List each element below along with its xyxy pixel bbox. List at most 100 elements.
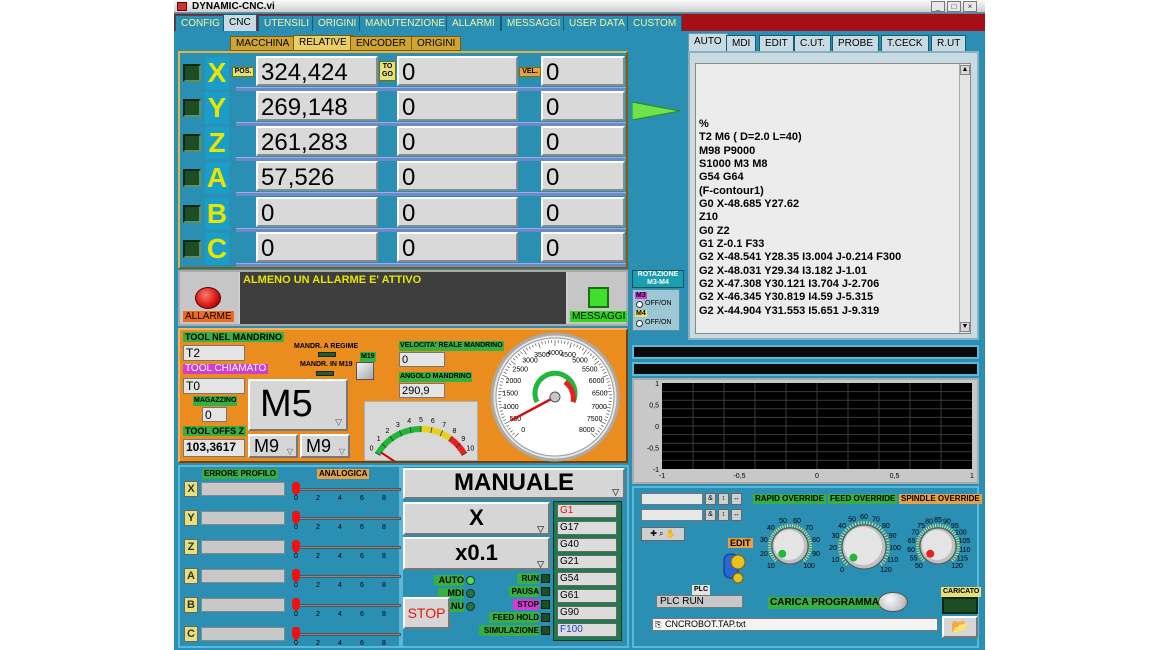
knob-tickmark [916,551,921,554]
tab-tceck[interactable]: T.CECK [881,35,929,51]
tab-relative[interactable]: RELATIVE [293,35,353,51]
slider-tick: 0 [294,611,298,618]
tool-icon[interactable]: ↔ [731,493,742,505]
load-program-button[interactable] [878,592,908,612]
program-line: G2 X-48.541 Y28.35 I3.004 J-0.214 F300 [699,251,902,264]
manu-radio[interactable] [466,602,475,611]
tab-encoder[interactable]: ENCODER [350,36,413,51]
tool-called-value: T0 [183,378,245,394]
simulation-label: SIMULAZIONE [479,625,539,636]
analog-slider-knob[interactable] [292,569,300,582]
tab-custom[interactable]: CUSTOM [627,15,683,31]
tab-config[interactable]: CONFIG [175,15,226,31]
axis-select[interactable]: X ▽ [403,502,550,535]
program-file-path[interactable]: ⎘ CNCROBOT.TAP.txt [652,618,938,631]
auto-radio[interactable] [466,576,475,585]
tab-cnc[interactable]: CNC [223,14,257,31]
tab-rut[interactable]: R.UT [931,35,967,51]
tab-utensili[interactable]: UTENSILI [258,15,316,31]
step-select[interactable]: x0.1 ▽ [403,537,550,570]
profile-error-field [201,569,285,583]
tab-cut[interactable]: C.UT. [794,35,831,51]
tool-icon[interactable]: ↕ [718,493,729,505]
feed-override-knob[interactable]: 01020304050 60 708090100110120 [822,500,906,586]
analog-slider-track[interactable] [297,517,401,520]
tool-icon[interactable]: & [705,509,716,521]
tool-icon[interactable]: ↔ [731,509,742,521]
slider-tick: 4 [338,611,342,618]
analog-slider-track[interactable] [297,575,401,578]
tab-origini[interactable]: ORIGINI [312,15,363,31]
coolant-b-select[interactable]: M9 ▽ [300,434,350,458]
knob-tickmark [774,559,777,562]
maximize-icon[interactable]: □ [947,1,961,12]
knob-tickmark [775,528,779,532]
tab-probe[interactable]: PROBE [832,35,880,51]
program-listing[interactable]: % T2 M6 ( D=2.0 L=40) M98 P9000 S1000 M3 M8… [695,63,971,334]
analog-slider-knob[interactable] [292,511,300,524]
knob-tickmark [951,559,954,562]
rpm-gauge-tick: 1500 [502,391,518,398]
gcode-list: G1 G17 G40 G21 G54 G61 G90 F100 [553,501,622,641]
tab-edit[interactable]: EDIT [759,35,794,51]
tab-messaggi[interactable]: MESSAGGI [501,15,567,31]
tab-macchina[interactable]: MACCHINA [230,36,296,51]
stop-button[interactable]: STOP [403,597,450,629]
scroll-up-icon[interactable]: ▲ [960,65,970,75]
key-switch-icon[interactable] [718,548,750,588]
tool-icon[interactable]: & [705,493,716,505]
knob-scale-tick: 20 [760,551,768,558]
tab-auto[interactable]: AUTO [688,33,728,51]
spindle-override-knob[interactable]: 50556065707580 85 9095100105110115120 [898,504,978,580]
tab-manutenzione[interactable]: MANUTENZIONE [359,15,451,31]
analog-slider-knob[interactable] [292,540,300,553]
knob-scale-tick: 80 [882,523,890,530]
tab-allarmi[interactable]: ALLARMI [446,15,501,31]
analog-slider-knob[interactable] [292,598,300,611]
tab-coord-origini[interactable]: ORIGINI [411,36,462,51]
graph-tools-icon[interactable]: ✚ ⌕ ✋ [641,527,685,541]
m19-label[interactable]: M19 [360,352,376,362]
analog-slider-knob[interactable] [292,627,300,640]
axis-c-togo: 0 [397,232,518,262]
jog-field-1[interactable] [641,493,703,505]
knob-tickmark [876,525,879,529]
rapid-override-knob[interactable]: 10 20 30 40 50 60 70 80 90 100 [750,504,830,580]
vertical-scrollbar[interactable]: ▲ ▼ [959,64,970,333]
knob-tickmark [793,524,796,528]
mode-select[interactable]: MANUALE ▽ [403,468,625,499]
analog-slider-track[interactable] [297,604,401,607]
m-code-select[interactable]: M5 ▽ [248,379,348,431]
m19-button[interactable] [356,362,374,380]
minimize-icon[interactable]: _ [931,1,945,12]
mode-value: MANUALE [454,469,574,496]
m3-radio[interactable] [636,301,643,308]
tab-user-data[interactable]: USER DATA [563,15,631,31]
close-icon[interactable]: × [963,1,977,12]
mdi-radio[interactable] [466,589,475,598]
graph-x-tick: -1 [659,473,665,480]
knob-tickmark [878,526,882,530]
rpm-gauge-tick: 5000 [572,358,588,365]
tool-icon[interactable]: ↕ [718,509,729,521]
knob-tickmark [796,525,799,529]
gcode-item: G1 [557,504,617,518]
slider-axis-label: X [184,481,198,497]
status-strip [632,345,979,359]
open-folder-icon[interactable]: 📂 [942,616,978,638]
rpm-gauge-tick: 1000 [503,404,519,411]
m4-radio[interactable] [636,320,643,327]
analog-slider-track[interactable] [297,633,401,636]
slider-tick: 0 [294,553,298,560]
error-profile-label: ERRORE PROFILO [202,469,279,479]
scroll-down-icon[interactable]: ▼ [960,322,970,332]
tab-mdi[interactable]: MDI [726,35,757,51]
analog-slider-knob[interactable] [292,482,300,495]
jog-field-2[interactable] [641,509,703,521]
coolant-a-select[interactable]: M9 ▽ [248,434,298,458]
axis-b-togo: 0 [397,197,518,227]
analog-slider-track[interactable] [297,546,401,549]
slider-tick: 4 [338,524,342,531]
program-line: G2 X-47.308 Y30.121 I3.704 J-2.706 [699,278,880,291]
analog-slider-track[interactable] [297,488,401,491]
